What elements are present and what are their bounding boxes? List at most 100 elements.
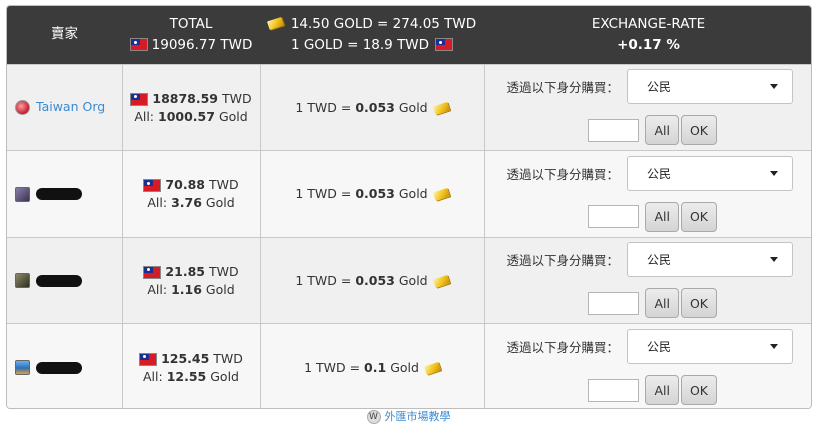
rate-unit: Gold <box>398 272 428 288</box>
rate-cell: 1 TWD = 0.1 Gold <box>259 323 485 408</box>
rate-prefix: 1 TWD = <box>304 359 361 375</box>
rate-unit: Gold <box>398 186 428 202</box>
gold-bar-icon <box>423 361 441 375</box>
rate-cell: 1 TWD = 0.053 Gold <box>259 236 485 324</box>
tutorial-link[interactable]: 外匯市場教學 <box>385 410 451 423</box>
gold-unit: Gold <box>205 281 235 297</box>
all-gold-value: 1.16 <box>171 281 202 297</box>
taiwan-flag-icon <box>129 38 148 52</box>
offer-currency: TWD <box>208 263 239 279</box>
table-row: 70.88 TWD All: 3.76 Gold 1 TWD = 0.053 G… <box>7 150 811 238</box>
amount-cell: 125.45 TWD All: 12.55 Gold <box>121 323 261 408</box>
all-button[interactable]: All <box>645 288 679 319</box>
buy-as-label: 透過以下身分購買： <box>506 340 619 355</box>
ok-button[interactable]: OK <box>680 115 717 146</box>
offer-currency: TWD <box>208 177 239 193</box>
ok-button[interactable]: OK <box>680 288 717 319</box>
quantity-input[interactable] <box>588 205 640 229</box>
seller-column-header: 賣家 <box>51 26 78 43</box>
buy-as-label: 透過以下身分購買： <box>506 253 619 269</box>
buy-as-dropdown[interactable]: 公民 <box>627 69 793 105</box>
total-label: TOTAL <box>169 15 213 32</box>
footer: W 外匯市場教學 <box>0 408 817 424</box>
amount-cell: 70.88 TWD All: 3.76 Gold <box>121 150 261 238</box>
buy-cell: 透過以下身分購買： 公民 All OK <box>483 323 811 408</box>
chevron-down-icon <box>770 84 778 90</box>
buy-as-label: 透過以下身分購買： <box>506 80 619 96</box>
buy-as-value: 公民 <box>647 253 672 268</box>
exchange-rate-label: EXCHANGE-RATE <box>591 15 706 32</box>
gold-bar-icon <box>432 188 450 202</box>
gold-bar-icon <box>266 17 284 31</box>
chevron-down-icon <box>770 257 778 263</box>
buy-as-value: 公民 <box>647 166 672 181</box>
quantity-input[interactable] <box>588 291 640 315</box>
all-label: All: <box>147 195 168 211</box>
org-avatar-icon <box>15 100 30 116</box>
seller-cell <box>7 236 123 324</box>
table-row: 21.85 TWD All: 1.16 Gold 1 TWD = 0.053 G… <box>7 236 811 324</box>
user-avatar-icon <box>15 186 30 202</box>
seller-link[interactable]: Taiwan Org <box>36 99 105 114</box>
gold-price: 1 GOLD = 18.9 TWD <box>290 36 430 53</box>
taiwan-flag-icon <box>139 352 158 366</box>
gold-unit: Gold <box>205 195 235 211</box>
all-button[interactable]: All <box>645 201 679 232</box>
offer-amount: 21.85 <box>165 263 205 279</box>
buy-as-dropdown[interactable]: 公民 <box>627 329 793 364</box>
wiki-icon: W <box>366 410 381 424</box>
all-gold-value: 3.76 <box>171 195 202 211</box>
buy-as-dropdown[interactable]: 公民 <box>627 155 793 191</box>
rate-cell: 1 TWD = 0.053 Gold <box>259 63 485 151</box>
rate-prefix: 1 TWD = <box>295 272 352 288</box>
taiwan-flag-icon <box>143 179 162 193</box>
buy-cell: 透過以下身分購買： 公民 All OK <box>483 63 811 151</box>
rate-unit: Gold <box>390 359 419 375</box>
gold-bar-icon <box>432 101 450 115</box>
total-header: TOTAL 19096.77 TWD <box>122 6 260 64</box>
exchange-rate-value: +0.17 % <box>617 36 680 53</box>
amount-cell: 21.85 TWD All: 1.16 Gold <box>121 236 261 324</box>
redacted-seller-name[interactable] <box>36 188 82 201</box>
redacted-seller-name[interactable] <box>36 274 82 287</box>
buy-as-dropdown[interactable]: 公民 <box>627 242 793 278</box>
gold-unit: Gold <box>218 108 248 124</box>
quantity-input[interactable] <box>588 118 640 142</box>
amount-cell: 18878.59 TWD All: 1000.57 Gold <box>121 63 261 151</box>
exchange-rate-header: EXCHANGE-RATE +0.17 % <box>484 6 811 64</box>
table-row: 125.45 TWD All: 12.55 Gold 1 TWD = 0.1 G… <box>7 323 811 408</box>
table-row: Taiwan Org 18878.59 TWD All: 1000.57 Gol… <box>7 63 811 151</box>
taiwan-flag-icon <box>435 38 454 52</box>
ok-button[interactable]: OK <box>680 375 717 405</box>
all-gold-value: 1000.57 <box>158 108 215 124</box>
rate-cell: 1 TWD = 0.053 Gold <box>259 150 485 238</box>
buy-cell: 透過以下身分購買： 公民 All OK <box>483 236 811 324</box>
seller-cell <box>7 323 123 408</box>
all-button[interactable]: All <box>645 375 679 405</box>
total-value: 19096.77 TWD <box>151 36 253 53</box>
ok-button[interactable]: OK <box>680 201 717 232</box>
buy-cell: 透過以下身分購買： 公民 All OK <box>483 150 811 238</box>
rate-value: 0.053 <box>355 99 395 115</box>
offer-currency: TWD <box>213 350 243 366</box>
all-label: All: <box>134 108 155 124</box>
all-button[interactable]: All <box>645 115 679 146</box>
quantity-input[interactable] <box>588 378 640 402</box>
chevron-down-icon <box>770 170 778 176</box>
gold-summary-header: 14.50 GOLD = 274.05 TWD 1 GOLD = 18.9 TW… <box>260 6 484 64</box>
buy-as-value: 公民 <box>647 80 672 95</box>
table-header: 賣家 TOTAL 19096.77 TWD 14.50 GOLD = 274.0… <box>7 6 811 64</box>
all-label: All: <box>147 281 168 297</box>
gold-total: 14.50 GOLD = 274.05 TWD <box>290 15 477 32</box>
offer-currency: TWD <box>222 90 252 106</box>
gold-unit: Gold <box>210 368 239 384</box>
rate-prefix: 1 TWD = <box>295 99 352 115</box>
seller-cell: Taiwan Org <box>7 63 123 151</box>
exchange-market-panel: 賣家 TOTAL 19096.77 TWD 14.50 GOLD = 274.0… <box>6 5 812 409</box>
buy-as-label: 透過以下身分購買： <box>506 166 619 182</box>
gold-bar-icon <box>432 274 450 288</box>
all-label: All: <box>143 368 163 384</box>
redacted-seller-name[interactable] <box>36 361 82 374</box>
seller-cell <box>7 150 123 238</box>
chevron-down-icon <box>770 344 778 349</box>
